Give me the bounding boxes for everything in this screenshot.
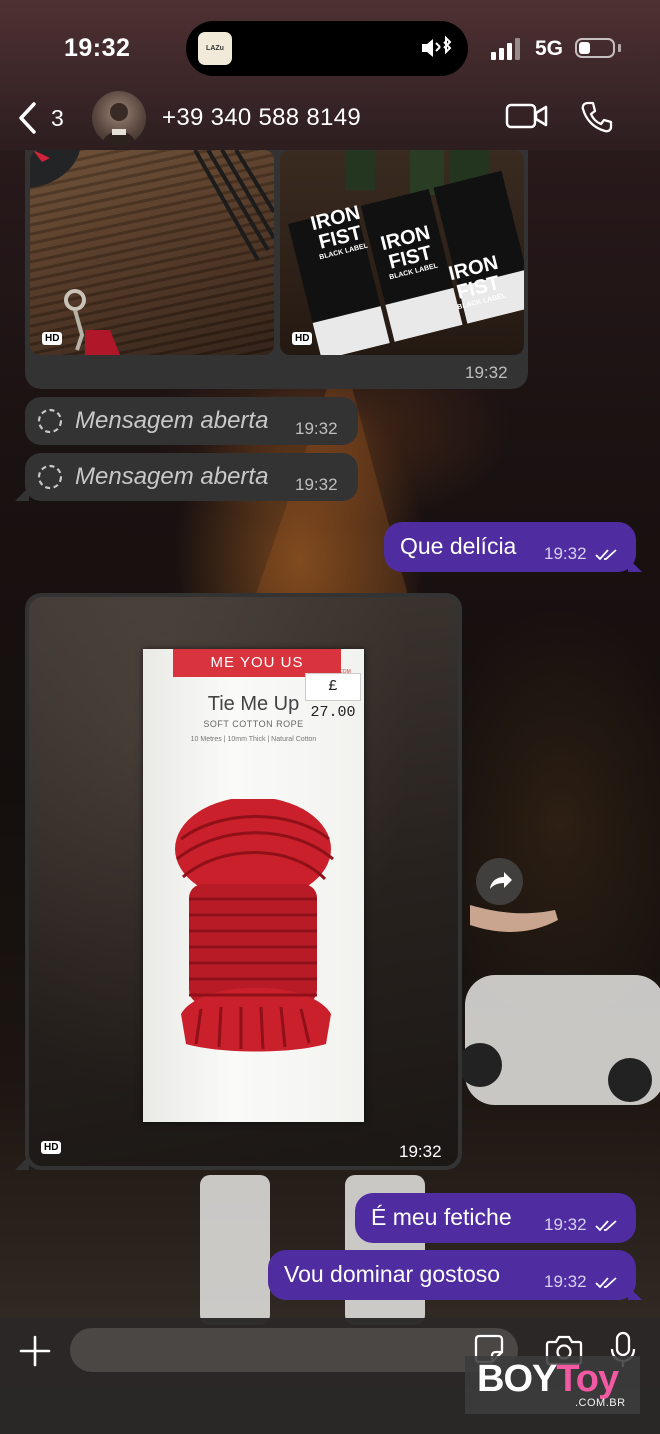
opened-message-bubble[interactable]: Mensagem aberta 19:32 [25, 453, 358, 501]
opened-message-text: Mensagem aberta [75, 463, 269, 490]
outgoing-message-bubble[interactable]: Vou dominar gostoso 19:32 [268, 1250, 636, 1300]
speaker-bluetooth-icon [422, 35, 452, 57]
double-check-icon [595, 548, 617, 560]
battery-tip [618, 44, 621, 52]
box-subtitle: SOFT COTTON ROPE [203, 719, 304, 729]
forward-button[interactable] [476, 858, 523, 905]
message-time-status: 19:32 [544, 1272, 619, 1292]
phone-call-icon[interactable] [580, 100, 614, 134]
message-time: 19:32 [295, 419, 338, 438]
outgoing-message-bubble[interactable]: Que delícia 19:32 [384, 522, 636, 572]
message-time: 19:32 [544, 544, 587, 563]
network-type: 5G [535, 37, 564, 60]
message-time-status: 19:32 [544, 544, 619, 564]
chat-screen: 19:32 LAZu 5G 3 +39 340 588 8149 HD IRON… [0, 0, 660, 1434]
photo-a-content [30, 150, 274, 355]
forward-arrow-icon [490, 872, 512, 889]
message-time: 19:32 [465, 363, 508, 382]
dynamic-island[interactable]: LAZu [186, 21, 468, 76]
hd-badge: HD [42, 332, 63, 345]
watermark-logo: BOYToy .COM.BR [465, 1356, 640, 1414]
hd-badge: HD [292, 332, 313, 345]
back-unread-count[interactable]: 3 [51, 105, 64, 132]
opened-message-text: Mensagem aberta [75, 407, 269, 434]
photo-rope-box[interactable]: ME YOU US SIMPLY PLEASURE.COM £ 27.00 Ti… [29, 597, 458, 1166]
video-call-icon[interactable] [505, 101, 549, 131]
double-check-icon [595, 1219, 617, 1231]
watermark-domain: .COM.BR [575, 1397, 626, 1409]
message-text: Que delícia [400, 533, 517, 559]
view-once-icon [37, 408, 63, 434]
watermark-accent: Toy [556, 1358, 619, 1400]
avatar-photo [102, 103, 136, 145]
incoming-photo-bubble[interactable]: ME YOU US SIMPLY PLEASURE.COM £ 27.00 Ti… [25, 593, 462, 1170]
plus-icon[interactable] [19, 1335, 51, 1367]
cellular-signal-icon [491, 38, 520, 60]
message-time: 19:32 [295, 475, 338, 494]
message-time: 19:32 [544, 1272, 587, 1291]
message-time-status: 19:32 [544, 1215, 619, 1235]
hd-badge: HD [41, 1141, 62, 1154]
contact-avatar[interactable] [92, 91, 146, 145]
now-playing-thumbnail: LAZu [198, 32, 232, 65]
battery-icon [575, 38, 615, 58]
box-specs: 10 Metres | 10mm Thick | Natural Cotton [190, 736, 317, 743]
watermark-main: BOY [477, 1358, 557, 1400]
message-text: Vou dominar gostoso [284, 1261, 501, 1287]
photo-leather-items[interactable]: HD [30, 150, 274, 355]
contact-name[interactable]: +39 340 588 8149 [162, 104, 361, 132]
opened-message-bubble[interactable]: Mensagem aberta 19:32 [25, 397, 358, 445]
status-time: 19:32 [64, 34, 131, 62]
double-check-icon [595, 1276, 617, 1288]
message-input[interactable] [70, 1328, 518, 1372]
outgoing-message-bubble[interactable]: É meu fetiche 19:32 [355, 1193, 636, 1243]
message-time: 19:32 [399, 1142, 442, 1161]
photo-iron-fist-boxes[interactable]: IRON FIST BLACK LABEL IRON FIST BLACK LA… [280, 150, 524, 355]
red-rope-image [175, 799, 334, 1052]
message-text: É meu fetiche [371, 1204, 512, 1230]
back-chevron-icon[interactable] [14, 100, 44, 136]
view-once-icon [37, 464, 63, 490]
message-time: 19:32 [544, 1215, 587, 1234]
rope-box: ME YOU US SIMPLY PLEASURE.COM £ 27.00 Ti… [143, 649, 364, 1122]
watermark-text: BOYToy [477, 1358, 619, 1401]
box-title: Tie Me Up [207, 693, 300, 715]
incoming-media-group[interactable]: HD IRON FIST BLACK LABEL IRON FIST BLACK… [25, 150, 528, 389]
